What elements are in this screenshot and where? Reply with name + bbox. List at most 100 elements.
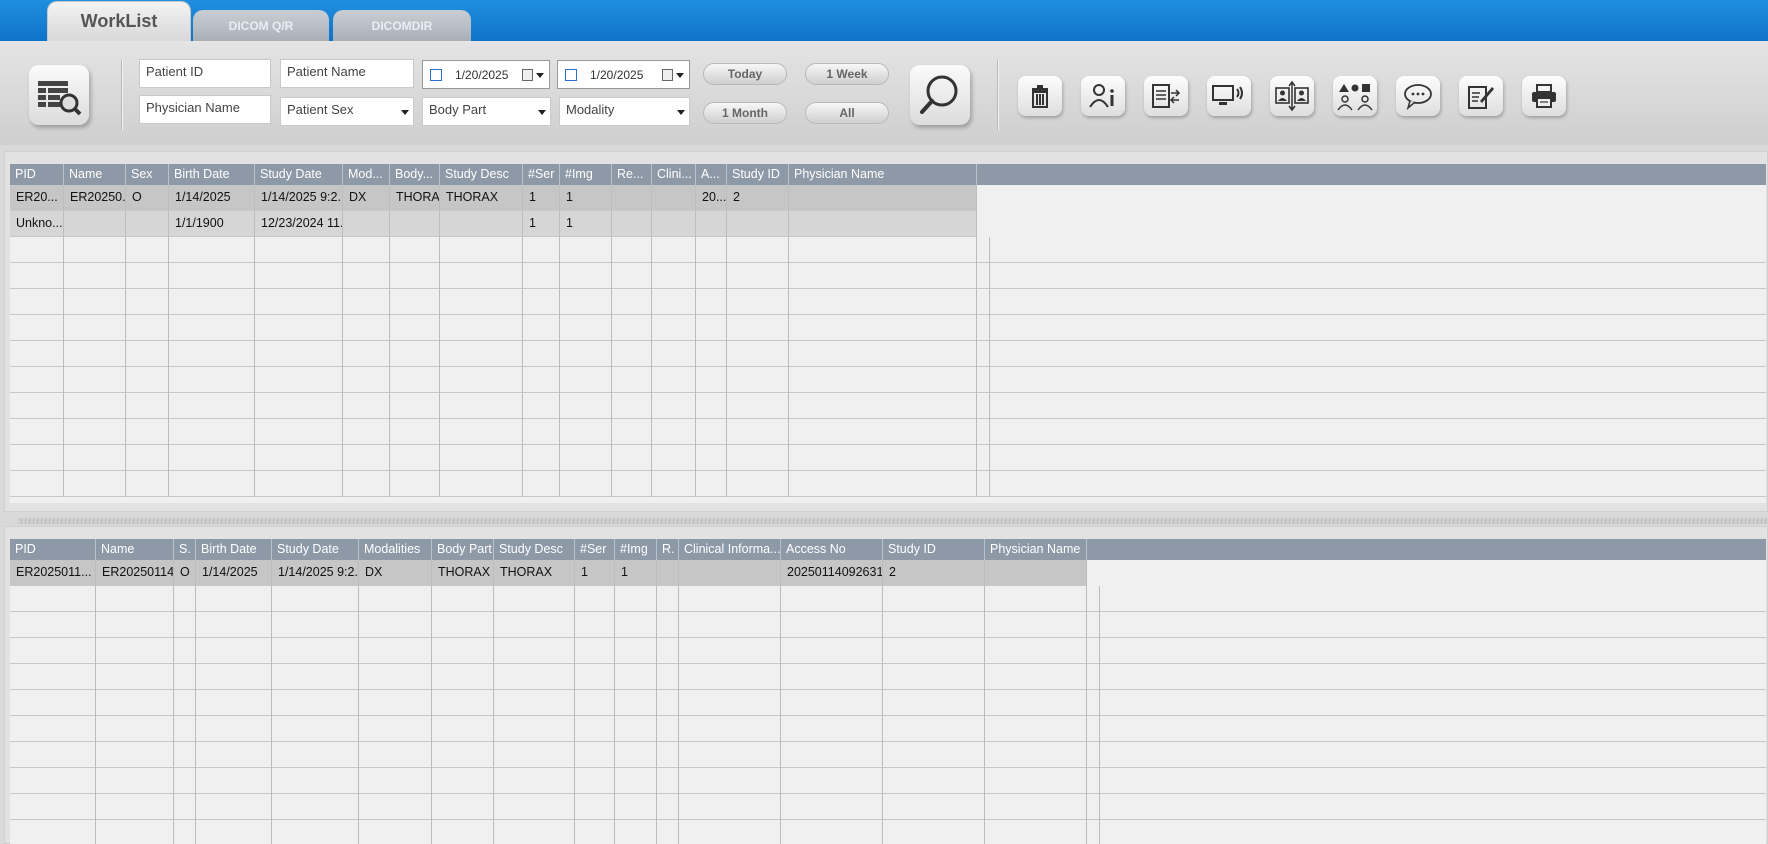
column-header[interactable]: Sex [126,164,169,185]
table-cell [789,185,977,211]
date-from-picker[interactable]: 1/20/2025 [422,60,550,89]
table-cell [126,263,169,289]
table-cell [390,445,440,471]
today-button[interactable]: Today [703,63,787,85]
column-header[interactable]: Mod... [343,164,390,185]
delete-button[interactable] [1018,76,1062,116]
table-row[interactable]: Unkno... 1/1/1900 12/23/2024 11... 1 1 [10,211,977,237]
physician-name-field[interactable]: Physician Name [139,95,271,124]
panel-splitter[interactable] [18,518,1768,524]
column-header[interactable]: Name [96,539,174,560]
one-week-button[interactable]: 1 Week [805,63,889,85]
column-header[interactable]: Study Date [255,164,343,185]
search-button[interactable] [910,65,970,125]
table-cell [652,367,696,393]
column-header[interactable]: Physician Name [985,539,1087,560]
column-header[interactable]: PID [10,164,64,185]
all-button[interactable]: All [805,102,889,124]
column-header[interactable]: Physician Name [789,164,977,185]
column-header[interactable]: Body... [390,164,440,185]
worklist-search-button[interactable] [29,65,89,125]
table-cell [10,367,64,393]
column-header[interactable]: Name [64,164,126,185]
table-row[interactable]: ER20...ER20250...O1/14/20251/14/2025 9:2… [10,185,977,211]
table-cell [523,367,560,393]
table-cell [440,315,523,341]
tab-worklist[interactable]: WorkList [47,1,191,41]
table-cell [679,794,781,820]
column-header[interactable]: Access No [781,539,883,560]
patient-info-button[interactable] [1081,76,1125,116]
table-cell [560,315,612,341]
table-cell [64,419,126,445]
table-cell [96,586,174,612]
empty-row [10,289,1766,315]
column-header[interactable]: Birth Date [196,539,272,560]
table-cell [126,393,169,419]
table-cell [781,664,883,690]
comment-button[interactable] [1396,76,1440,116]
table-cell [727,263,789,289]
table-cell [696,445,727,471]
column-header[interactable]: #Ser [523,164,560,185]
column-header[interactable]: A... [696,164,727,185]
column-header[interactable]: #Img [560,164,612,185]
table-cell [494,664,575,690]
table-cell: 1/14/2025 9:2... [255,185,343,211]
patient-id-field[interactable]: Patient ID [139,59,271,88]
table-cell [440,341,523,367]
column-header[interactable]: Birth Date [169,164,255,185]
table-cell [359,820,432,844]
table-cell [10,393,64,419]
tab-dicomdir[interactable]: DICOMDIR [333,10,471,41]
table-cell [343,315,390,341]
patient-sex-select[interactable]: Patient Sex [280,97,414,126]
table-cell [883,820,985,844]
table-cell [126,211,169,237]
empty-row [10,690,1766,716]
table-cell [883,794,985,820]
table-cell [196,638,272,664]
table-cell [343,471,390,497]
modality-select[interactable]: Modality [559,97,690,126]
table-cell [985,638,1087,664]
column-header[interactable]: Study ID [883,539,985,560]
empty-row [10,612,1766,638]
column-header[interactable]: Body Part [432,539,494,560]
column-header[interactable]: #Ser [575,539,615,560]
column-header[interactable]: Study Desc [494,539,575,560]
date-to-checkbox[interactable] [565,69,577,81]
table-cell [652,471,696,497]
column-header[interactable]: S. [174,539,196,560]
table-cell [727,367,789,393]
edit-report-button[interactable] [1459,76,1503,116]
worklist-sync-button[interactable] [1144,76,1188,116]
table-cell [196,690,272,716]
table-cell [977,393,990,419]
chevron-down-icon [536,73,544,78]
column-header[interactable]: Study ID [727,164,789,185]
patient-name-field[interactable]: Patient Name [280,59,414,88]
column-header[interactable]: R. [657,539,679,560]
body-part-select[interactable]: Body Part [422,97,551,126]
column-header[interactable]: Clinical Informa... [679,539,781,560]
group-share-button[interactable] [1333,76,1377,116]
column-header[interactable]: Study Desc [440,164,523,185]
table-cell [1087,794,1100,820]
column-header[interactable]: Clini... [652,164,696,185]
column-header[interactable]: Re... [612,164,652,185]
display-signal-button[interactable] [1207,76,1251,116]
tab-dicom-qr[interactable]: DICOM Q/R [193,10,329,41]
table-cell [359,664,432,690]
one-month-button[interactable]: 1 Month [703,102,787,124]
patient-compare-button[interactable] [1270,76,1314,116]
date-from-checkbox[interactable] [430,69,442,81]
column-header[interactable]: Study Date [272,539,359,560]
column-header[interactable]: PID [10,539,96,560]
date-to-picker[interactable]: 1/20/2025 [557,60,690,89]
print-button[interactable] [1522,76,1566,116]
table-row[interactable]: ER2025011...ER20250114...O1/14/20251/14/… [10,560,1087,586]
column-header[interactable]: Modalities [359,539,432,560]
table-cell [432,586,494,612]
column-header[interactable]: #Img [615,539,657,560]
